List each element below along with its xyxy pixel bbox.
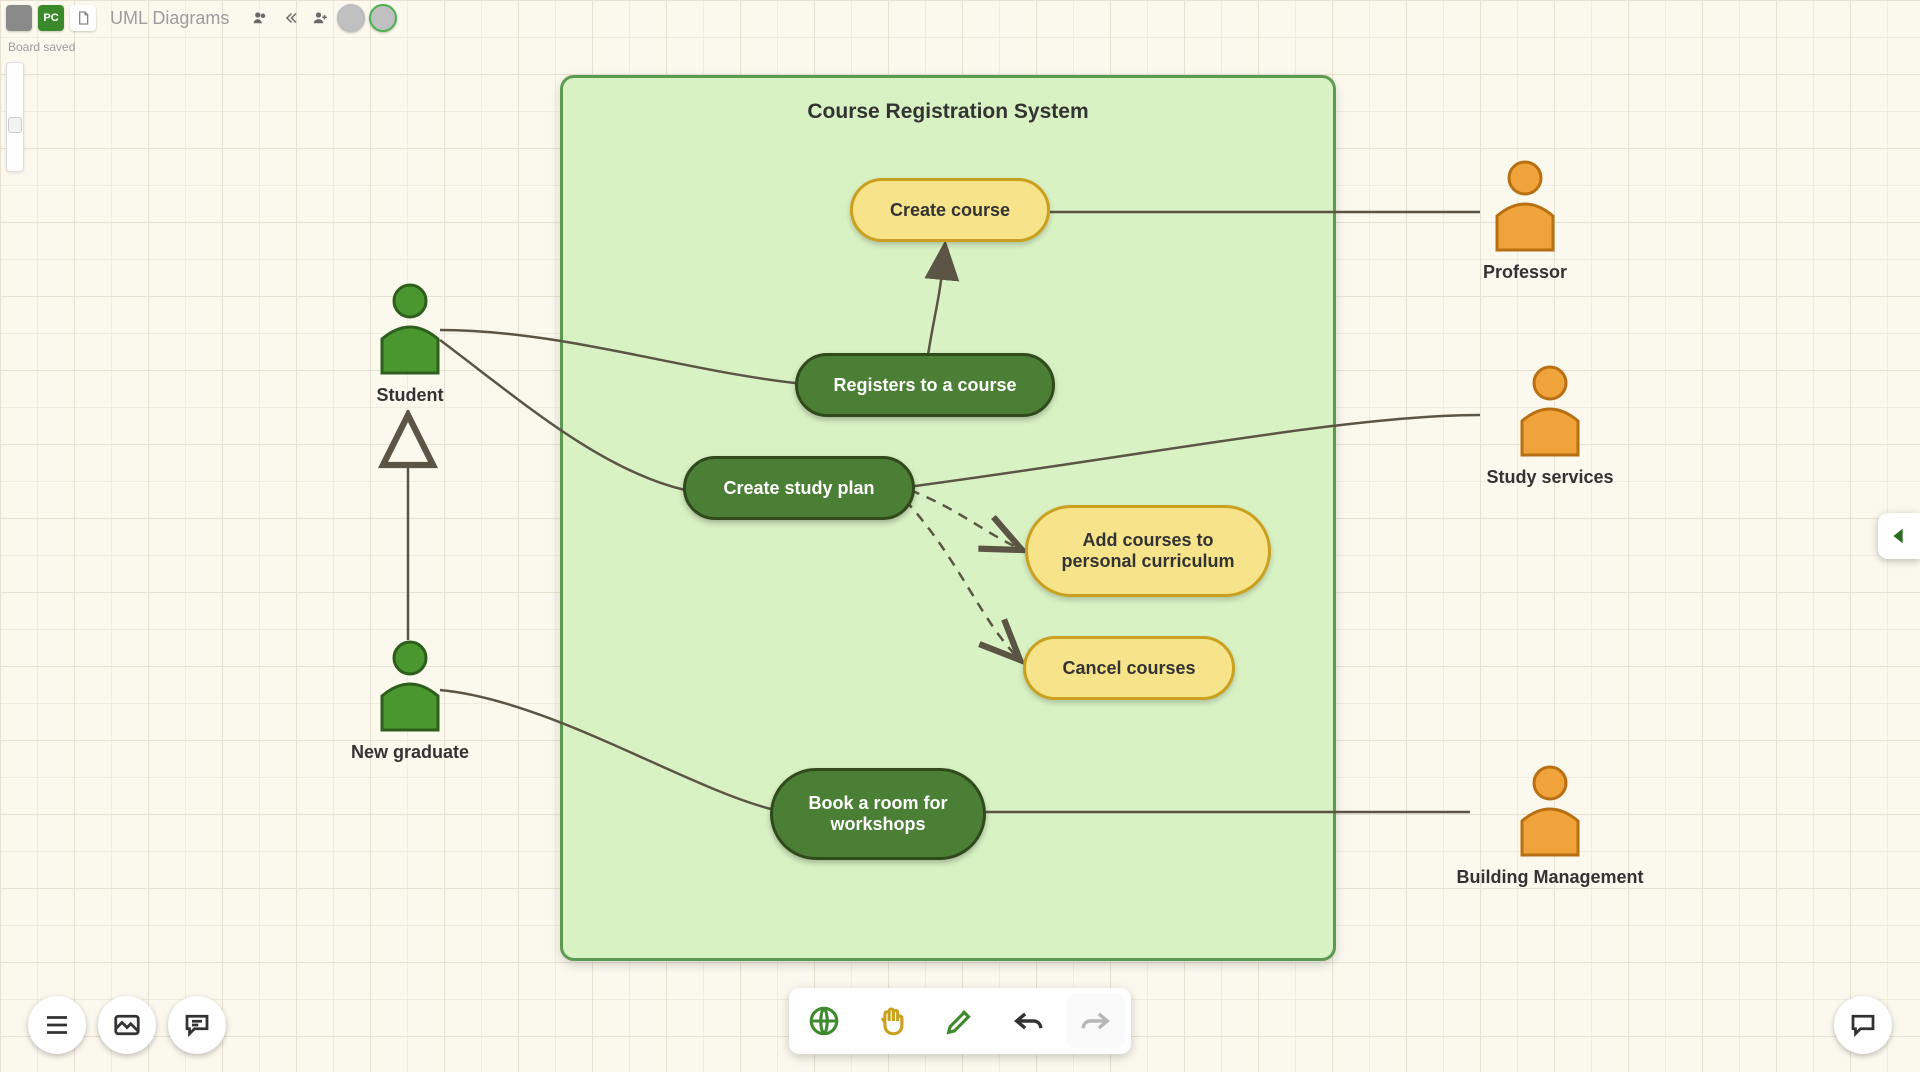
pan-button[interactable]: [863, 994, 921, 1048]
bottom-left-toolbar: [28, 996, 226, 1054]
bottom-right-toolbar: [1834, 996, 1892, 1054]
actor-label: Student: [335, 385, 485, 406]
board-status: Board saved: [8, 40, 75, 54]
actor-label: Building Management: [1430, 867, 1670, 888]
chevron-left-icon[interactable]: [277, 5, 303, 31]
actor-building-management[interactable]: Building Management: [1430, 765, 1670, 888]
usecase-cancel-courses[interactable]: Cancel courses: [1023, 636, 1235, 700]
system-title: Course Registration System: [563, 100, 1333, 124]
zoom-handle[interactable]: [8, 117, 22, 133]
owner-avatar[interactable]: [6, 5, 32, 31]
undo-button[interactable]: [999, 994, 1057, 1048]
draw-button[interactable]: [931, 994, 989, 1048]
expand-panel-button[interactable]: [1878, 513, 1920, 559]
chat-button[interactable]: [1834, 996, 1892, 1054]
participant-avatar-2[interactable]: [369, 4, 397, 32]
usecase-label: Create study plan: [723, 478, 874, 499]
usecase-label: Create course: [890, 200, 1010, 221]
file-icon[interactable]: [70, 5, 96, 31]
usecase-label: Add courses to personal curriculum: [1050, 530, 1246, 572]
actor-label: Professor: [1450, 262, 1600, 283]
actor-study-services[interactable]: Study services: [1450, 365, 1650, 488]
collaborators-icon[interactable]: [247, 5, 273, 31]
top-bar: PC UML Diagrams: [6, 4, 1914, 32]
participant-avatar-1[interactable]: [337, 4, 365, 32]
actor-new-graduate[interactable]: New graduate: [335, 640, 485, 763]
diagram-canvas[interactable]: Course Registration System Ad: [0, 0, 1920, 1072]
usecase-create-course[interactable]: Create course: [850, 178, 1050, 242]
image-button[interactable]: [98, 996, 156, 1054]
usecase-registers-course[interactable]: Registers to a course: [795, 353, 1055, 417]
usecase-label: Cancel courses: [1062, 658, 1195, 679]
minimap-button[interactable]: [795, 994, 853, 1048]
board-title[interactable]: UML Diagrams: [110, 8, 229, 29]
actor-label: Study services: [1450, 467, 1650, 488]
usecase-add-courses[interactable]: Add courses to personal curriculum: [1025, 505, 1271, 597]
redo-button[interactable]: [1067, 994, 1125, 1048]
zoom-slider[interactable]: [6, 62, 24, 172]
usecase-create-study-plan[interactable]: Create study plan: [683, 456, 915, 520]
bottom-center-toolbar: [789, 988, 1131, 1054]
owner-initials-chip[interactable]: PC: [38, 5, 64, 31]
actor-professor[interactable]: Professor: [1450, 160, 1600, 283]
usecase-book-room[interactable]: Book a room for workshops: [770, 768, 986, 860]
actor-student[interactable]: Student: [335, 283, 485, 406]
actor-label: New graduate: [335, 742, 485, 763]
comment-button[interactable]: [168, 996, 226, 1054]
usecase-label: Registers to a course: [833, 375, 1016, 396]
usecase-label: Book a room for workshops: [795, 793, 961, 835]
add-user-icon[interactable]: [307, 5, 333, 31]
menu-button[interactable]: [28, 996, 86, 1054]
